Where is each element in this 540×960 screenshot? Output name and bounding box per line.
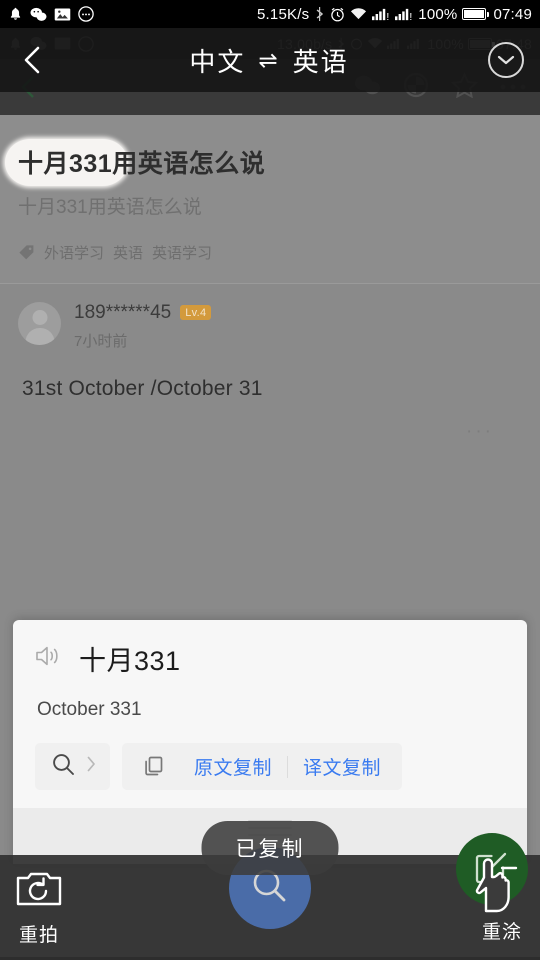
status-bar-notifications <box>8 6 94 22</box>
answer-author-name-row: 189******45 Lv.4 <box>74 301 212 324</box>
answer-author: 189******45 Lv.4 7小时前 <box>18 301 522 351</box>
swap-languages-icon[interactable]: ⇌ <box>258 47 279 74</box>
source-row: 十月331 <box>35 639 505 678</box>
question-title-rest: 用英语怎么说 <box>112 150 266 178</box>
question-title: 十月331用英语怎么说 <box>5 139 522 186</box>
search-icon[interactable] <box>51 752 76 782</box>
copy-translation-button[interactable]: 译文复制 <box>288 743 396 790</box>
phone-screen: 5.15K/s ! ! 100% 07:49 十月331用英语怎么说 十月331… <box>0 0 540 960</box>
retake-label: 重拍 <box>18 925 59 946</box>
tag-item[interactable]: 外语学习 <box>44 242 104 263</box>
back-chevron-icon[interactable] <box>16 43 50 77</box>
level-badge: Lv.4 <box>180 305 212 321</box>
source-language[interactable]: 中文 <box>189 42 245 79</box>
signal-2-icon: ! <box>395 7 413 21</box>
bluetooth-icon <box>314 6 325 22</box>
battery-percent: 100% <box>418 5 458 23</box>
answer-author-meta: 189******45 Lv.4 7小时前 <box>74 301 212 351</box>
avatar[interactable] <box>18 301 61 345</box>
language-pair[interactable]: 中文 ⇌ 英语 <box>50 42 488 79</box>
question-block: 十月331用英语怎么说 十月331用英语怎么说 外语学习 英语 英语学习 <box>0 115 540 284</box>
status-bar: 5.15K/s ! ! 100% 07:49 <box>0 0 540 28</box>
alarm-icon <box>330 7 345 22</box>
speaker-icon[interactable] <box>35 644 61 673</box>
chevron-right-icon[interactable] <box>87 756 96 777</box>
question-tags: 外语学习 英语 英语学习 <box>18 242 522 263</box>
status-bar-system: 5.15K/s ! ! 100% 07:49 <box>257 6 532 23</box>
wifi-icon <box>350 7 367 21</box>
gallery-icon <box>54 7 71 22</box>
target-language[interactable]: 英语 <box>293 42 349 79</box>
search-button-group[interactable] <box>35 743 110 790</box>
question-title-highlighted: 十月331 <box>18 150 113 178</box>
retake-button[interactable]: 重拍 <box>16 869 62 947</box>
translation-top-bar: 中文 ⇌ 英语 <box>0 28 540 92</box>
chat-bubble-icon <box>78 6 94 22</box>
background-content: 十月331用英语怎么说 十月331用英语怎么说 外语学习 英语 英语学习 189… <box>0 115 540 443</box>
chevron-down-circle-icon[interactable] <box>488 42 524 78</box>
bell-icon <box>8 6 23 22</box>
svg-text:!: ! <box>387 12 390 21</box>
answer-block: 189******45 Lv.4 7小时前 31st October /Octo… <box>0 283 540 443</box>
toast-message: 已复制 <box>201 821 339 875</box>
panel-actions: 原文复制 译文复制 <box>35 743 505 790</box>
repaint-label: 重涂 <box>481 922 522 943</box>
battery-icon <box>462 8 490 20</box>
copy-button-group: 原文复制 译文复制 <box>122 743 403 790</box>
wechat-icon <box>30 7 47 22</box>
copy-source-button[interactable]: 原文复制 <box>179 743 287 790</box>
answer-more-button[interactable]: ··· <box>18 421 522 443</box>
source-text: 十月331 <box>79 646 181 676</box>
copy-icon[interactable] <box>128 755 179 779</box>
translation-panel-content: 十月331 October 331 原文复制 译文复制 <box>13 620 527 808</box>
question-subtitle: 十月331用英语怎么说 <box>18 197 202 219</box>
signal-1-icon: ! <box>372 7 390 21</box>
tag-item[interactable]: 英语学习 <box>152 242 212 263</box>
hand-pointer-icon <box>468 855 526 922</box>
translated-text: October 331 <box>37 699 142 720</box>
tag-icon <box>18 244 35 261</box>
network-speed: 5.15K/s <box>257 5 310 23</box>
svg-text:!: ! <box>410 12 413 21</box>
clock: 07:49 <box>493 5 532 23</box>
answer-body: 31st October /October 31 <box>22 376 263 400</box>
answer-timestamp: 7小时前 <box>74 332 128 350</box>
username: 189******45 <box>74 301 172 323</box>
tag-item[interactable]: 英语 <box>113 242 143 263</box>
camera-retake-icon <box>16 869 62 913</box>
